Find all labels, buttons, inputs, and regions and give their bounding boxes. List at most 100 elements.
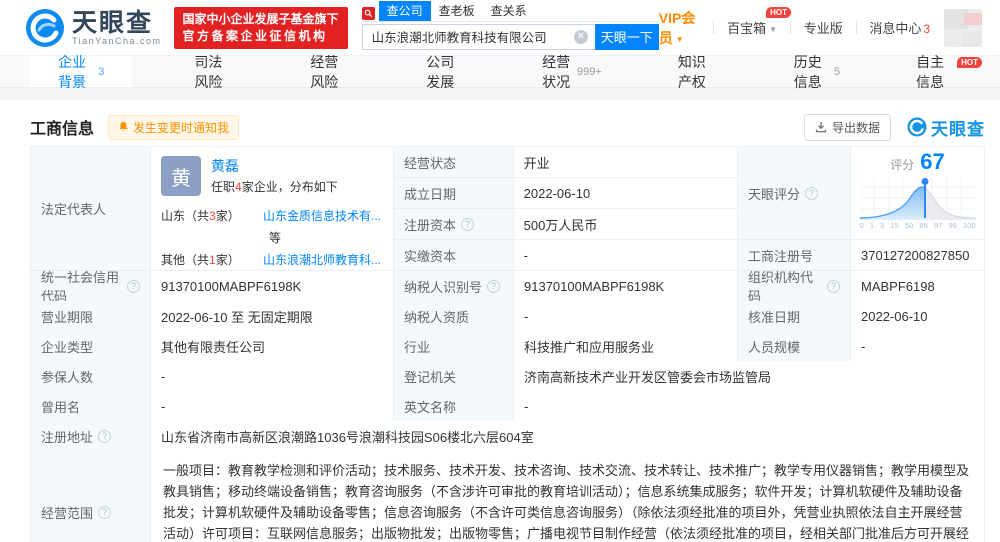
field-value-registered-address: 山东省济南市高新区浪潮路1036号浪潮科技园S06楼北六层604室 bbox=[151, 421, 984, 451]
field-label-staff-size: 人员规模 bbox=[738, 331, 851, 361]
tianyancha-logo[interactable]: 天眼查 TianYanCha.com bbox=[25, 8, 162, 48]
related-company-link[interactable]: 山东浪潮北师教育科... bbox=[263, 253, 381, 267]
tab-company-development[interactable]: 公司发展 bbox=[412, 54, 480, 90]
field-value-operating-status: 开业 bbox=[513, 147, 737, 177]
search-category-icon bbox=[361, 6, 375, 20]
divider bbox=[713, 21, 715, 34]
search-block: 查公司 查老板 查关系 ✕ 天眼一下 bbox=[361, 0, 659, 50]
help-icon[interactable]: ? bbox=[461, 217, 475, 231]
help-icon[interactable]: ? bbox=[98, 429, 112, 443]
field-label-approval-date: 核准日期 bbox=[738, 301, 851, 331]
help-icon[interactable]: ? bbox=[487, 279, 501, 293]
search-button[interactable]: 天眼一下 bbox=[594, 23, 659, 50]
field-label-operating-status: 经营状态 bbox=[394, 147, 514, 177]
logo-domain: TianYanCha.com bbox=[72, 35, 162, 46]
clear-icon[interactable]: ✕ bbox=[573, 29, 588, 44]
tianyan-score-chart: 评分 67 0 1 3 15 50 85 97 99 100 bbox=[851, 147, 984, 239]
notify-on-change-button[interactable]: 发生变更时通知我 bbox=[108, 114, 240, 140]
top-menu: VIP会员 ▼ 百宝箱 ▼ HOT 专业版 消息中心 3 bbox=[659, 7, 982, 48]
field-value-company-type: 其他有限责任公司 bbox=[151, 331, 394, 361]
vip-menu-item[interactable]: VIP会员 ▼ bbox=[659, 8, 701, 48]
message-count-badge: 3 bbox=[923, 22, 931, 36]
field-value-registration-number: 370127200827850 bbox=[851, 240, 984, 270]
search-tabs: 查公司 查老板 查关系 bbox=[361, 0, 659, 22]
field-label-company-type: 企业类型 bbox=[31, 331, 151, 361]
field-value-credit-code: 91370100MABPF6198K bbox=[151, 271, 394, 301]
field-value-approval-date: 2022-06-10 bbox=[851, 301, 984, 331]
field-value-insured-count: - bbox=[151, 361, 394, 391]
search-tab-company[interactable]: 查公司 bbox=[378, 0, 431, 21]
legal-representative-cell: 黄 黄磊 任职4家企业，分布如下 山东（共3家） 山东金质信息技术有...等 其… bbox=[151, 147, 394, 270]
download-icon bbox=[815, 122, 827, 133]
tab-self-published-info[interactable]: 自主信息 HOT bbox=[902, 54, 983, 90]
tab-operation-status[interactable]: 经营状况 999+ bbox=[528, 54, 616, 90]
top-header: 天眼查 TianYanCha.com 国家中小企业发展子基金旗下 官方备案企业征… bbox=[0, 0, 1000, 55]
gov-certification-badge: 国家中小企业发展子基金旗下 官方备案企业征信机构 bbox=[173, 6, 348, 49]
pro-version-menu-item[interactable]: 专业版 bbox=[804, 18, 843, 37]
score-marker-pin bbox=[921, 178, 928, 185]
field-value-english-name: - bbox=[514, 391, 984, 421]
tianyancha-watermark: 天眼查 bbox=[907, 115, 985, 140]
tab-intellectual-property[interactable]: 知识产权 bbox=[664, 54, 732, 90]
legal-rep-avatar[interactable]: 黄 bbox=[161, 156, 201, 196]
field-label-registered-capital: 注册资本? bbox=[394, 209, 514, 239]
company-nav-tabs: 企业背景 3 司法风险 经营风险 公司发展 经营状况 999+ 知识产权 历史信息 5… bbox=[0, 54, 1000, 90]
tianyancha-watermark-icon bbox=[907, 117, 927, 137]
field-label-business-term: 营业期限 bbox=[31, 301, 151, 331]
field-label-registration-number: 工商注册号 bbox=[738, 240, 851, 270]
field-value-org-code: MABPF6198 bbox=[851, 271, 984, 301]
search-tab-relation[interactable]: 查关系 bbox=[483, 1, 535, 21]
rep-company-group: 其他（共1家） 山东浪潮北师教育科... bbox=[161, 253, 382, 267]
business-registration-table: 法定代表人 黄 黄磊 任职4家企业，分布如下 山东（共3家） 山东金质信息技术有… bbox=[30, 146, 985, 542]
score-distribution-curve bbox=[859, 178, 976, 220]
tianyancha-logo-icon bbox=[26, 8, 64, 47]
field-label-credit-code: 统一社会信用代码? bbox=[31, 270, 151, 304]
field-label-org-code: 组织机构代码? bbox=[738, 270, 851, 304]
status-sub-table: 经营状态 开业 成立日期 2022-06-10 注册资本? 500万人民币 实缴… bbox=[394, 147, 738, 270]
field-value-business-term: 2022-06-10 至 无固定期限 bbox=[151, 301, 394, 331]
field-value-former-name: - bbox=[151, 391, 394, 421]
field-value-business-scope: 一般项目：教育教学检测和评价活动；技术服务、技术开发、技术咨询、技术交流、技术转… bbox=[151, 451, 984, 542]
field-label-registered-address: 注册地址? bbox=[31, 421, 151, 451]
field-value-taxpayer-id: 91370100MABPF6198K bbox=[514, 271, 738, 301]
rep-company-group: 山东（共3家） 山东金质信息技术有...等 bbox=[161, 209, 382, 245]
field-label-taxpayer-id: 纳税人识别号? bbox=[394, 271, 514, 301]
field-label-business-scope: 经营范围? bbox=[31, 451, 151, 542]
divider bbox=[790, 21, 791, 34]
field-label-insured-count: 参保人数 bbox=[31, 361, 151, 391]
chevron-down-icon: ▼ bbox=[769, 25, 778, 34]
tab-judicial-risk[interactable]: 司法风险 bbox=[180, 54, 248, 90]
help-icon[interactable]: ? bbox=[805, 186, 819, 200]
toolbox-menu-item[interactable]: 百宝箱 ▼ HOT bbox=[727, 7, 792, 37]
field-label-establish-date: 成立日期 bbox=[394, 178, 514, 208]
score-sub-table: 天眼评分? 评分 67 0 1 3 15 50 85 97 99 100 工商注… bbox=[738, 147, 984, 270]
legal-rep-name-link[interactable]: 黄磊 bbox=[211, 157, 338, 175]
business-info-card: 工商信息 发生变更时通知我 导出数据 天眼查 法定代表人 黄 黄磊 任职4家企业… bbox=[0, 100, 1000, 542]
field-label-legal-representative: 法定代表人 bbox=[31, 147, 151, 270]
field-label-english-name: 英文名称 bbox=[394, 391, 514, 421]
help-icon[interactable]: ? bbox=[127, 279, 140, 293]
logo-name: 天眼查 bbox=[72, 8, 154, 37]
field-value-registration-authority: 济南高新技术产业开发区管委会市场监管局 bbox=[514, 361, 984, 391]
help-icon[interactable]: ? bbox=[827, 279, 840, 293]
bell-icon bbox=[119, 121, 128, 132]
user-avatar[interactable] bbox=[944, 8, 982, 47]
tab-operation-risk[interactable]: 经营风险 bbox=[296, 54, 364, 90]
related-company-link[interactable]: 山东金质信息技术有... bbox=[263, 209, 381, 223]
field-label-industry: 行业 bbox=[394, 331, 514, 361]
tab-history-info[interactable]: 历史信息 5 bbox=[780, 54, 854, 90]
field-label-registration-authority: 登记机关 bbox=[394, 361, 514, 391]
message-center-menu-item[interactable]: 消息中心 3 bbox=[869, 18, 930, 37]
search-input[interactable] bbox=[361, 23, 595, 50]
field-value-staff-size: - bbox=[851, 331, 984, 361]
export-data-button[interactable]: 导出数据 bbox=[803, 113, 891, 141]
score-value: 67 bbox=[920, 149, 945, 174]
legal-rep-summary: 任职4家企业，分布如下 bbox=[211, 180, 338, 194]
search-tab-boss[interactable]: 查老板 bbox=[431, 1, 483, 21]
field-value-industry: 科技推广和应用服务业 bbox=[514, 331, 738, 361]
hot-badge: HOT bbox=[766, 7, 792, 18]
section-title: 工商信息 bbox=[30, 121, 95, 138]
field-value-paid-in-capital: - bbox=[513, 240, 737, 270]
tab-company-background[interactable]: 企业背景 3 bbox=[30, 54, 133, 90]
help-icon[interactable]: ? bbox=[98, 506, 112, 519]
